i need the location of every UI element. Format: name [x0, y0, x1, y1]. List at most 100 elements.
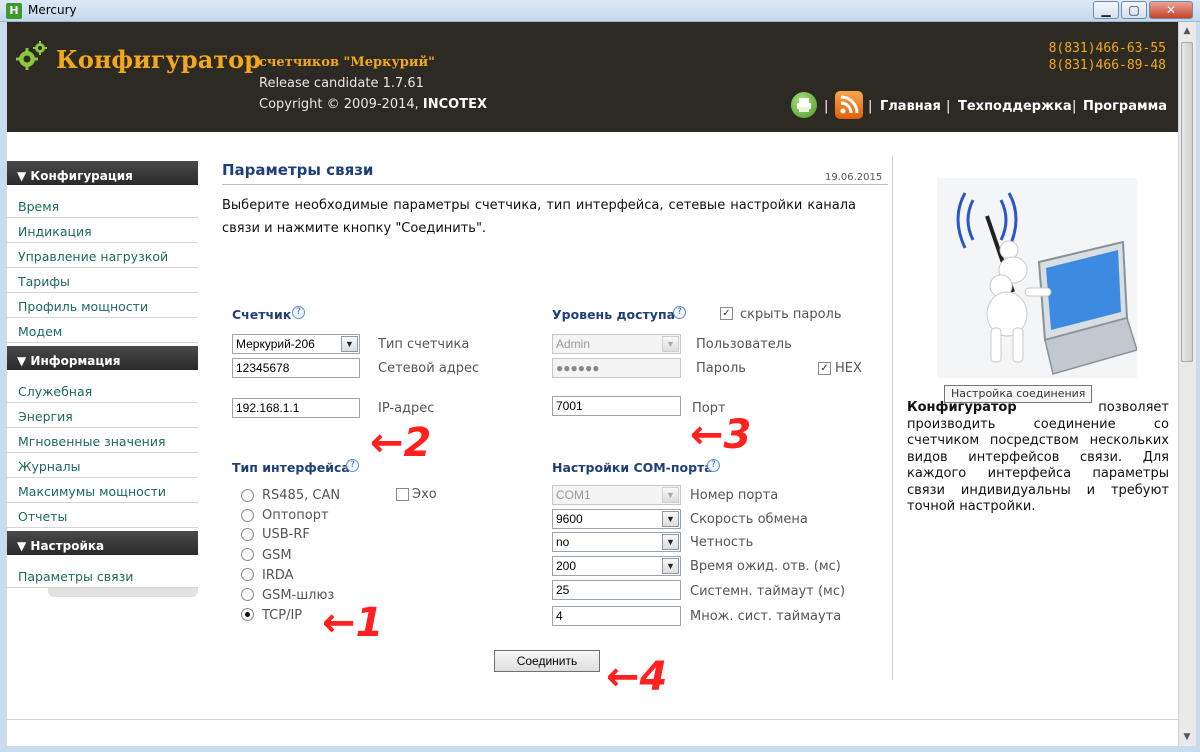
nav-support[interactable]: Техподдержка [958, 99, 1072, 114]
app-header [7, 22, 1178, 132]
sidebar-item-instant-values[interactable]: Мгновенные значения [7, 429, 198, 453]
access-heading: Уровень доступа [552, 307, 676, 322]
radio-gsm-gateway[interactable] [241, 588, 254, 601]
parity-select[interactable]: no ▼ [552, 532, 681, 552]
nav-home[interactable]: Главная [880, 99, 941, 114]
help-icon[interactable]: ? [292, 306, 305, 319]
maximize-button[interactable]: ▢ [1121, 1, 1147, 19]
sidebar-item-reports[interactable]: Отчеты [7, 504, 198, 528]
baud-rate-label: Скорость обмена [690, 512, 808, 527]
hide-password-checkbox[interactable]: ✓ [720, 307, 733, 320]
scroll-down-icon[interactable]: ▼ [1180, 730, 1194, 744]
radio-irda[interactable] [241, 568, 254, 581]
radio-tcp-ip[interactable] [241, 608, 254, 621]
sidebar-item-power-max[interactable]: Максимумы мощности [7, 479, 198, 503]
rss-icon[interactable] [835, 91, 863, 119]
radio-label-usb-rf: USB-RF [262, 527, 310, 542]
timeout-multiplier-label: Множ. сист. таймаута [690, 609, 842, 624]
connection-illustration [937, 178, 1137, 378]
brand-title: Конфигуратор [56, 45, 261, 74]
footer-divider [7, 719, 1178, 720]
sidebar-item-connection-params[interactable]: Параметры связи [7, 564, 198, 588]
page-title: Параметры связи [222, 161, 374, 179]
minimize-button[interactable]: ▁ [1093, 1, 1119, 19]
window-title: Mercury [28, 3, 77, 17]
password-input[interactable]: ●●●●●● [552, 358, 681, 378]
network-address-input[interactable]: 12345678 [232, 358, 360, 378]
nav-separator: | [1072, 99, 1077, 114]
system-timeout-label: Системн. таймаут (мс) [690, 584, 846, 599]
phone-number-1: 8(831)466-63-55 [1048, 41, 1166, 56]
radio-rs485[interactable] [241, 489, 254, 502]
radio-label-optoport: Оптопорт [262, 508, 329, 523]
sidebar-item-indication[interactable]: Индикация [7, 219, 198, 243]
chevron-down-icon: ▼ [662, 336, 679, 352]
com-heading: Настройки COM-порта [552, 460, 713, 475]
gear-icon [16, 41, 47, 70]
sidebar-section-config[interactable]: ▼ Конфигурация [7, 161, 198, 185]
radio-gsm[interactable] [241, 548, 254, 561]
sidebar-item-tariffs[interactable]: Тарифы [7, 269, 198, 293]
hex-label: HEX [835, 361, 862, 376]
ip-address-input[interactable]: 192.168.1.1 [232, 398, 360, 418]
parity-label: Четность [690, 535, 754, 550]
echo-checkbox[interactable] [396, 488, 409, 501]
help-icon[interactable]: ? [707, 459, 720, 472]
help-icon[interactable]: ? [673, 306, 686, 319]
radio-usb-rf[interactable] [241, 528, 254, 541]
chevron-down-icon: ▼ [341, 336, 358, 352]
timeout-multiplier-input[interactable]: 4 [552, 606, 681, 626]
meter-heading: Счетчик [232, 307, 292, 322]
sidebar-item-energy[interactable]: Энергия [7, 404, 198, 428]
system-timeout-input[interactable]: 25 [552, 580, 681, 600]
baud-rate-select[interactable]: 9600 ▼ [552, 509, 681, 529]
description-text: Конфигуратор позволяет производить соеди… [907, 400, 1169, 514]
sidebar-item-load-control[interactable]: Управление нагрузкой [7, 244, 198, 268]
window-titlebar[interactable] [0, 0, 1200, 22]
sidebar-bottom [48, 588, 198, 597]
intro-text: Выберите необходимые параметры счетчика,… [222, 198, 856, 236]
sidebar-section-settings[interactable]: ▼ Настройка [7, 531, 198, 555]
com-port-select[interactable]: COM1 ▼ [552, 485, 681, 505]
sidebar-item-time[interactable]: Время [7, 194, 198, 218]
help-icon[interactable]: ? [346, 459, 359, 472]
password-label: Пароль [696, 361, 746, 376]
chevron-down-icon: ▼ [662, 558, 679, 574]
radio-label-rs485: RS485, CAN [262, 488, 341, 503]
chevron-down-icon: ▼ [662, 534, 679, 550]
content-divider [892, 156, 893, 680]
hide-password-label: скрыть пароль [740, 307, 842, 322]
echo-label: Эхо [412, 487, 437, 502]
annotation-3: ←3 [690, 412, 752, 458]
phone-number-2: 8(831)466-89-48 [1048, 58, 1166, 73]
wait-time-label: Время ожид. отв. (мс) [690, 559, 841, 574]
radio-label-gsm: GSM [262, 548, 292, 563]
sidebar-item-power-profile[interactable]: Профиль мощности [7, 294, 198, 318]
close-button[interactable]: ✕ [1149, 1, 1193, 19]
network-address-label: Сетевой адрес [378, 361, 480, 376]
scroll-up-icon[interactable]: ▲ [1180, 24, 1194, 38]
nav-separator: | [946, 99, 951, 114]
print-icon[interactable] [791, 92, 817, 118]
sidebar-item-logs[interactable]: Журналы [7, 454, 198, 478]
radio-label-tcp-ip: TCP/IP [262, 608, 303, 623]
copyright: Copyright © 2009-2014, INCOTEX [259, 97, 488, 112]
nav-program[interactable]: Программа [1083, 99, 1167, 114]
annotation-4: ←4 [606, 654, 668, 700]
wait-time-select[interactable]: 200 ▼ [552, 556, 681, 576]
sidebar-section-info[interactable]: ▼ Информация [7, 346, 198, 370]
meter-type-select[interactable]: Меркурий-206 ▼ [232, 334, 360, 354]
scrollbar-thumb[interactable] [1181, 42, 1193, 362]
connect-button[interactable]: Соединить [494, 650, 600, 672]
radio-optoport[interactable] [241, 509, 254, 522]
com-port-label: Номер порта [690, 488, 779, 503]
sidebar-item-service[interactable]: Служебная [7, 379, 198, 403]
annotation-2: ←2 [370, 420, 432, 466]
release-version: Release candidate 1.7.61 [259, 76, 424, 91]
sidebar-item-modem[interactable]: Модем [7, 319, 198, 343]
nav-separator: | [824, 99, 829, 114]
nav-separator: | [868, 99, 873, 114]
hex-checkbox[interactable]: ✓ [818, 362, 831, 375]
user-select[interactable]: Admin ▼ [552, 334, 681, 354]
port-input[interactable]: 7001 [552, 396, 681, 416]
